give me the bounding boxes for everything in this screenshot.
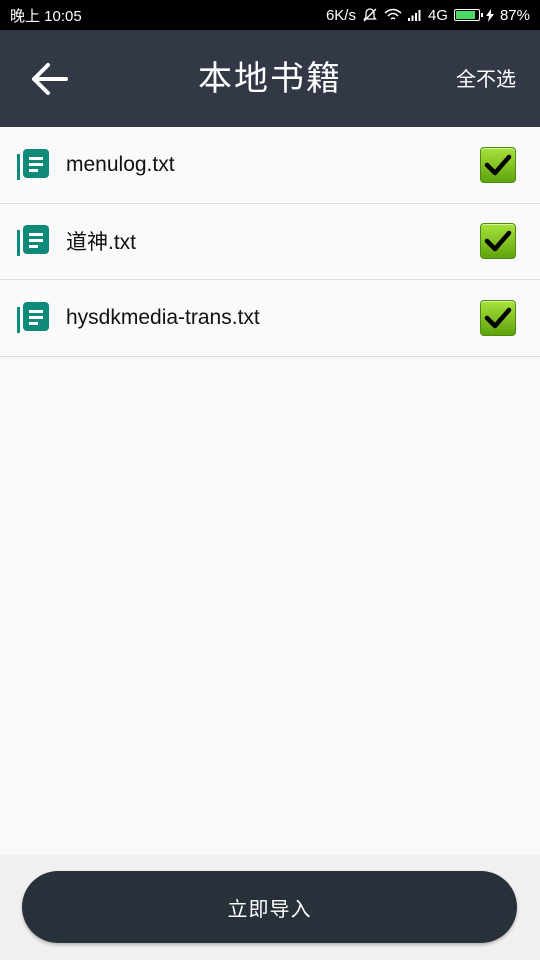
- import-now-button[interactable]: 立即导入: [22, 871, 517, 943]
- wifi-icon: [384, 8, 402, 22]
- file-name: menulog.txt: [66, 152, 175, 176]
- checkmark-icon: [484, 154, 512, 175]
- book-icon: [16, 224, 50, 258]
- charging-icon: [485, 8, 494, 22]
- book-icon: [16, 301, 50, 335]
- file-name: hysdkmedia-trans.txt: [66, 305, 260, 329]
- file-row[interactable]: 道神.txt: [0, 203, 540, 280]
- bell-muted-icon: [362, 7, 378, 23]
- signal-icon: [407, 9, 422, 21]
- bottom-bar: 立即导入: [0, 855, 540, 960]
- file-checkbox[interactable]: [480, 146, 516, 183]
- deselect-all-button[interactable]: 全不选: [456, 64, 516, 94]
- file-checkbox[interactable]: [480, 223, 516, 260]
- battery-icon: [453, 9, 483, 21]
- file-name: 道神.txt: [66, 231, 137, 255]
- file-row[interactable]: hysdkmedia-trans.txt: [0, 280, 540, 357]
- network-type: 4G: [427, 6, 448, 24]
- status-time: 晚上 10:05: [10, 7, 82, 25]
- checkmark-icon: [484, 231, 512, 252]
- file-list: menulog.txt 道神.txt hysdkmedia-trans.txt: [0, 127, 540, 357]
- status-bar: 晚上 10:05 6K/s 4G 87%: [0, 0, 540, 30]
- battery-percent: 87%: [499, 6, 530, 24]
- book-icon: [16, 148, 50, 182]
- checkmark-icon: [484, 307, 512, 328]
- network-speed: 6K/s: [325, 6, 356, 24]
- app-bar: 本地书籍 全不选: [0, 30, 540, 127]
- file-checkbox[interactable]: [480, 299, 516, 336]
- file-row[interactable]: menulog.txt: [0, 127, 540, 204]
